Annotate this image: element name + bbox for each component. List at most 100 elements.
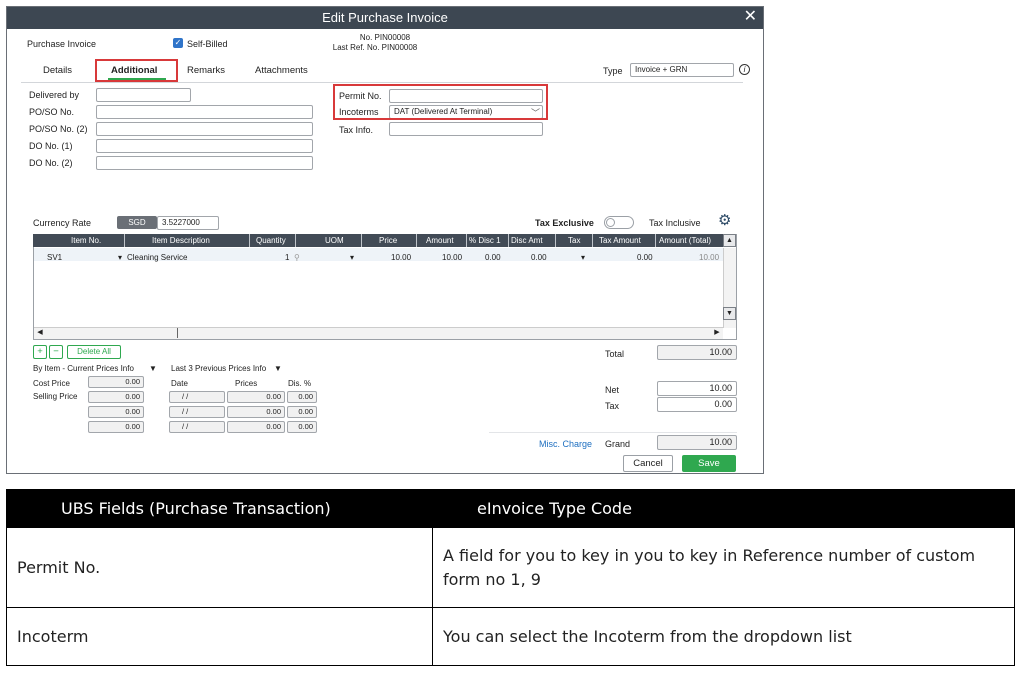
currency-code: SGD — [117, 216, 157, 229]
col-tax[interactable]: Tax — [568, 234, 580, 247]
self-billed-checkbox[interactable]: ✓ — [173, 38, 183, 48]
tax-inclusive-label: Tax Inclusive — [649, 218, 701, 228]
info-icon[interactable]: i — [739, 64, 750, 75]
col-disc-amt[interactable]: Disc Amt — [511, 234, 543, 247]
col-price[interactable]: Price — [379, 234, 397, 247]
table-row: Incoterm You can select the Incoterm fro… — [6, 607, 1015, 666]
row-desc-dropdown-icon[interactable]: ▾ — [118, 253, 122, 262]
prev-dis-3: 0.00 — [287, 421, 317, 433]
last-ref-number: Last Ref. No. PIN00008 — [332, 43, 418, 52]
col-amount[interactable]: Amount — [426, 234, 454, 247]
additional-tab-highlight — [95, 59, 178, 82]
misc-charge-link[interactable]: Misc. Charge — [539, 439, 592, 449]
row-item-description[interactable]: Cleaning Service — [127, 253, 187, 262]
col-item-no[interactable]: Item No. — [71, 234, 101, 247]
save-button[interactable]: Save — [682, 455, 736, 472]
table-row: Permit No. A field for you to key in you… — [6, 527, 1015, 608]
row-tax-amount[interactable]: 0.00 — [637, 253, 653, 262]
type-label: Type — [603, 66, 623, 76]
row-quantity[interactable]: 1 — [285, 253, 289, 262]
date-header: Date — [171, 379, 188, 388]
po-so-no-2-label: PO/SO No. (2) — [29, 124, 88, 134]
scroll-down-button[interactable]: ▼ — [723, 307, 736, 320]
prev-date-3: / / — [169, 421, 225, 433]
col-item-description[interactable]: Item Description — [152, 234, 210, 247]
selling-price-label: Selling Price — [33, 392, 78, 401]
tax-info-input[interactable] — [389, 122, 543, 136]
remove-row-button[interactable]: − — [49, 345, 63, 359]
col-amount-total[interactable]: Amount (Total) — [659, 234, 711, 247]
row-disc-amt[interactable]: 0.00 — [531, 253, 547, 262]
dialog-title: Edit Purchase Invoice — [322, 10, 448, 25]
tax-value: 0.00 — [657, 397, 737, 412]
tab-attachments[interactable]: Attachments — [255, 65, 308, 76]
close-icon[interactable]: ✕ — [744, 8, 757, 26]
row-disc1[interactable]: 0.00 — [485, 253, 501, 262]
tab-details[interactable]: Details — [43, 65, 72, 76]
do-no-2-input[interactable] — [96, 156, 313, 170]
totals-divider — [489, 432, 737, 433]
delete-all-button[interactable]: Delete All — [67, 345, 121, 359]
selling-price-value: 0.00 — [88, 391, 144, 403]
self-billed-label: Self-Billed — [187, 39, 228, 49]
tab-divider — [21, 82, 743, 83]
horizontal-scroll-thumb[interactable] — [177, 328, 178, 338]
last3-dropdown-icon[interactable]: ▼ — [274, 364, 282, 373]
prev-price-3: 0.00 — [227, 421, 285, 433]
price-value-3: 0.00 — [88, 406, 144, 418]
horizontal-scrollbar[interactable] — [34, 327, 723, 339]
col-quantity[interactable]: Quantity — [256, 234, 286, 247]
po-so-no-input[interactable] — [96, 105, 313, 119]
scroll-up-button[interactable]: ▲ — [723, 234, 736, 247]
header-einvoice-type-code: eInvoice Type Code — [432, 489, 1015, 528]
row-amount-total[interactable]: 10.00 — [699, 253, 719, 262]
last3-prices-label: Last 3 Previous Prices Info — [171, 364, 267, 373]
doc-number: No. PIN00008 — [359, 33, 411, 42]
cost-price-label: Cost Price — [33, 379, 70, 388]
po-so-no-2-input[interactable] — [96, 122, 313, 136]
tab-remarks[interactable]: Remarks — [187, 65, 225, 76]
prev-date-1: / / — [169, 391, 225, 403]
delivered-by-input[interactable] — [96, 88, 191, 102]
grand-value: 10.00 — [657, 435, 737, 450]
dialog-titlebar: Edit Purchase Invoice ✕ — [7, 7, 763, 29]
row-item-no[interactable]: SV1 — [47, 253, 62, 262]
do-no-2-label: DO No. (2) — [29, 158, 73, 168]
row-tax-dropdown-icon[interactable]: ▾ — [581, 253, 585, 262]
price-value-4: 0.00 — [88, 421, 144, 433]
do-no-1-input[interactable] — [96, 139, 313, 153]
scroll-left-button[interactable]: ◀ — [35, 328, 45, 338]
row-amount[interactable]: 10.00 — [442, 253, 462, 262]
tax-mode-toggle[interactable] — [604, 216, 634, 229]
row-uom-dropdown-icon[interactable]: ▾ — [350, 253, 354, 262]
po-so-no-label: PO/SO No. — [29, 107, 75, 117]
field-mapping-table: UBS Fields (Purchase Transaction) eInvoi… — [6, 489, 1015, 666]
row-permit-field: Permit No. — [6, 527, 433, 608]
tax-info-label: Tax Info. — [339, 125, 374, 135]
type-field[interactable]: Invoice + GRN — [630, 63, 734, 77]
cost-price-value: 0.00 — [88, 376, 144, 388]
prev-dis-2: 0.00 — [287, 406, 317, 418]
col-tax-amount[interactable]: Tax Amount — [599, 234, 641, 247]
by-item-dropdown-icon[interactable]: ▼ — [149, 364, 157, 373]
currency-rate-label: Currency Rate — [33, 218, 92, 228]
doc-type-label: Purchase Invoice — [27, 39, 97, 49]
row-price[interactable]: 10.00 — [391, 253, 411, 262]
col-disc1[interactable]: % Disc 1 — [469, 234, 501, 247]
by-item-prices-label: By Item - Current Prices Info — [33, 364, 134, 373]
currency-rate-input[interactable]: 3.5227000 — [157, 216, 219, 230]
add-row-button[interactable]: + — [33, 345, 47, 359]
scroll-right-button[interactable]: ▶ — [712, 328, 722, 338]
tax-exclusive-label: Tax Exclusive — [535, 218, 594, 228]
grid-header: Item No. Item Description Quantity UOM P… — [33, 234, 723, 247]
gear-icon[interactable]: ⚙ — [718, 213, 731, 228]
edit-purchase-invoice-dialog: Edit Purchase Invoice ✕ Purchase Invoice… — [6, 6, 764, 474]
total-value: 10.00 — [657, 345, 737, 360]
cancel-button[interactable]: Cancel — [623, 455, 673, 472]
search-icon[interactable]: ⚲ — [294, 253, 300, 262]
dis-header: Dis. % — [288, 379, 312, 388]
prev-dis-1: 0.00 — [287, 391, 317, 403]
col-uom[interactable]: UOM — [325, 234, 344, 247]
row-incoterm-field: Incoterm — [6, 607, 433, 666]
permit-incoterms-highlight — [333, 84, 548, 120]
